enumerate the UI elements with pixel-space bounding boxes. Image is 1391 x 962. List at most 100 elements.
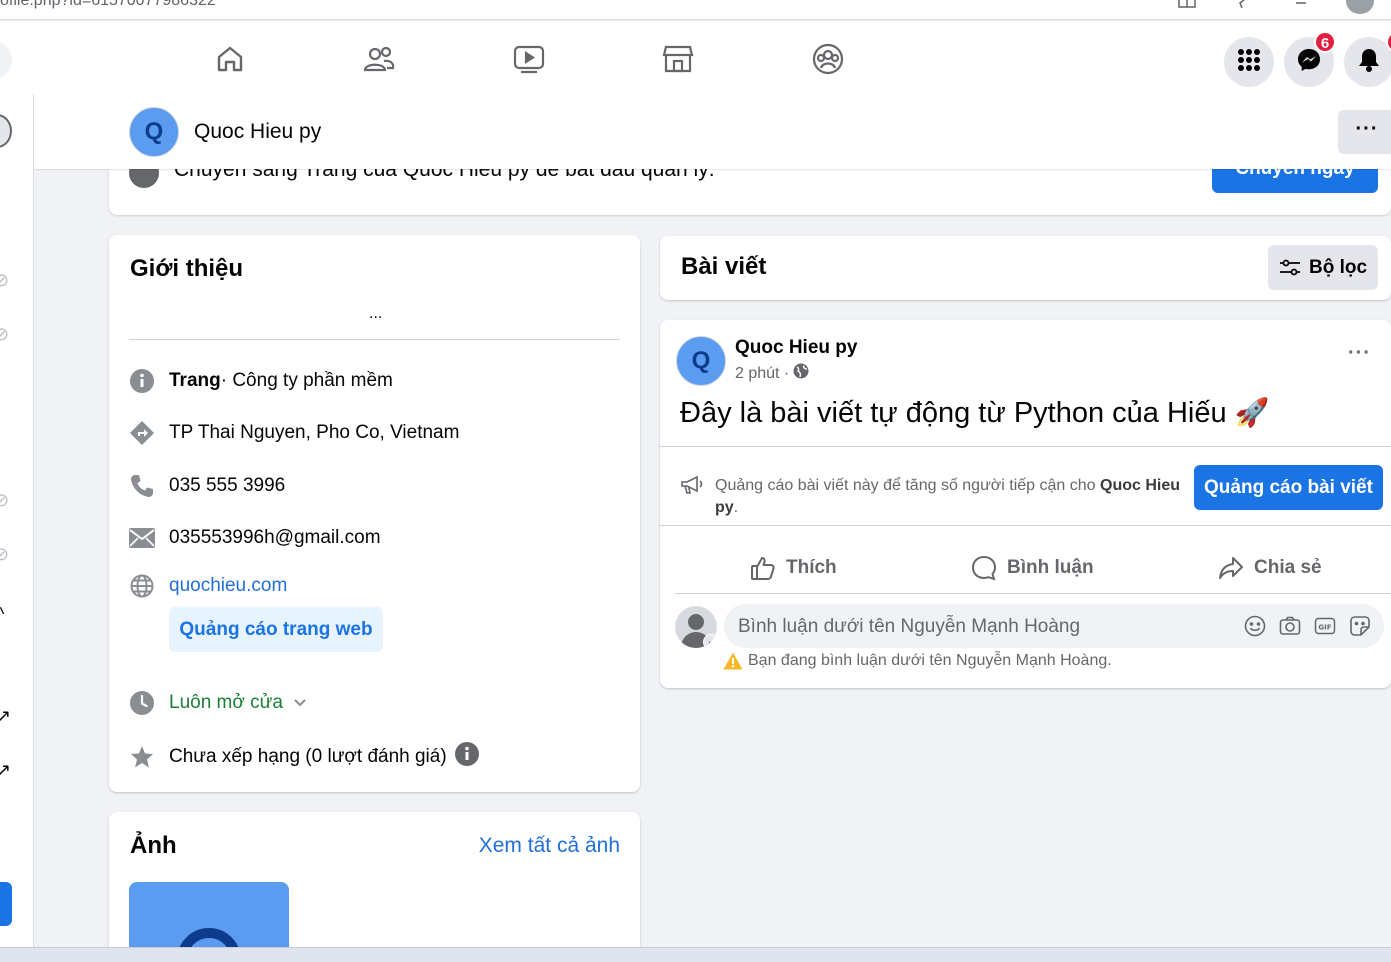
browser-profile-avatar[interactable] [1346, 0, 1374, 14]
intro-ellipsis: ... [369, 305, 383, 322]
external-link-icon[interactable]: ↗ [0, 706, 11, 727]
notifications-badge: 2 [1386, 31, 1391, 53]
share-arrow-icon [1219, 557, 1243, 579]
boost-post-text: Quảng cáo bài viết này để tăng số người … [715, 475, 1190, 519]
page-header: Q Quoc Hieu py ··· [34, 94, 1391, 169]
thumbs-up-icon [751, 557, 775, 580]
marketplace-icon[interactable] [660, 41, 696, 77]
sticker-icon[interactable] [1349, 615, 1371, 637]
gif-icon[interactable]: GIF [1314, 615, 1336, 637]
sidebar-primary-button[interactable] [0, 882, 12, 926]
commenter-avatar[interactable]: ⌄ [675, 606, 717, 648]
intro-title: Giới thiệu [130, 255, 244, 282]
intro-email-row: 035553996h@gmail.com [129, 525, 381, 551]
menu-grid-button[interactable] [1224, 37, 1274, 87]
comment-label: Bình luận [1007, 557, 1094, 578]
boost-post-button[interactable]: Quảng cáo bài viết [1194, 465, 1383, 510]
sidebar-toggle-icon[interactable] [0, 114, 12, 148]
public-globe-icon [793, 363, 809, 384]
post-text: Đây là bài viết tự động từ Python của Hi… [680, 396, 1270, 430]
see-all-photos-link[interactable]: Xem tất cả ảnh [479, 834, 620, 858]
warning-text: Bạn đang bình luận dưới tên Nguyễn Mạnh … [748, 652, 1112, 669]
intro-category-row: Trang · Công ty phần mềm [129, 368, 393, 394]
intro-hours-row[interactable]: Luôn mở cửa [129, 690, 307, 716]
hours-text: Luôn mở cửa [169, 692, 283, 713]
page-avatar[interactable]: Q [129, 107, 179, 157]
like-button[interactable]: Thích [750, 542, 837, 594]
boost-text-suffix: . [733, 499, 739, 516]
phone-icon [129, 473, 155, 499]
menu-grid-icon [1237, 48, 1261, 77]
phone-text: 035 555 3996 [169, 475, 286, 496]
camera-icon[interactable] [1279, 615, 1301, 637]
info-icon [129, 368, 155, 394]
disabled-icon: ⊘ [0, 324, 9, 345]
messenger-button[interactable]: 6 [1284, 31, 1336, 87]
comment-button[interactable]: Bình luận [971, 542, 1094, 594]
like-label: Thích [786, 557, 837, 578]
posts-title: Bài viết [681, 253, 767, 280]
rating-text: Chưa xếp hạng (0 lượt đánh giá) [169, 746, 447, 767]
post-meta: 2 phút · [735, 363, 809, 384]
post-author-avatar[interactable]: Q [676, 336, 726, 386]
intro-phone-row: 035 555 3996 [129, 473, 285, 499]
share-label: Chia sẻ [1254, 557, 1322, 578]
page-name[interactable]: Quoc Hieu py [194, 120, 321, 144]
chevron-down-icon [293, 692, 307, 714]
photos-title: Ảnh [130, 832, 177, 859]
disabled-icon: ⊘ [0, 544, 9, 565]
browser-url-text: ofile.php?id=61570077986322 [0, 0, 216, 9]
video-icon[interactable] [511, 41, 547, 77]
top-navigation: 6 2 [0, 21, 1391, 94]
home-icon[interactable] [212, 41, 248, 77]
page-more-button[interactable]: ··· [1338, 110, 1391, 154]
boost-text-prefix: Quảng cáo bài viết này để tăng số người … [715, 477, 1101, 494]
browser-address-bar[interactable]: ofile.php?id=61570077986322 [0, 0, 1391, 20]
comment-composer: ⌄ Bình luận dưới tên Nguyễn Mạnh Hoàng G… [675, 604, 1385, 650]
left-sidebar: ⊘ ⊘ ⊘ ⊘ ^ ↗ ↗ [0, 94, 34, 949]
external-link-icon[interactable]: ↗ [0, 760, 11, 781]
taskbar [0, 947, 1391, 962]
post-time[interactable]: 2 phút · [735, 365, 789, 383]
notifications-button[interactable]: 2 [1344, 31, 1391, 87]
directions-icon [129, 420, 155, 446]
post-more-button[interactable]: ··· [1348, 342, 1371, 365]
email-icon [129, 525, 155, 551]
post-actions: Thích Bình luận Chia sẻ [675, 542, 1391, 594]
comment-placeholder: Bình luận dưới tên Nguyễn Mạnh Hoàng [738, 616, 1081, 637]
post-body: Đây là bài viết tự động từ Python của Hi… [680, 397, 1235, 429]
post-author-name[interactable]: Quoc Hieu py [735, 337, 857, 359]
warning-icon [723, 652, 743, 670]
intro-website-row: quochieu.com [129, 573, 287, 599]
reader-mode-icon[interactable] [1178, 0, 1196, 8]
intro-rating-row: Chưa xếp hạng (0 lượt đánh giá) [129, 742, 479, 772]
category-value: · Công ty phần mềm [220, 370, 393, 391]
promote-website-button[interactable]: Quảng cáo trang web [169, 607, 383, 652]
messenger-badge: 6 [1314, 31, 1336, 53]
groups-icon[interactable] [810, 41, 846, 77]
filter-label: Bộ lọc [1308, 256, 1368, 278]
comment-input[interactable]: Bình luận dưới tên Nguyễn Mạnh Hoàng GIF [724, 604, 1384, 648]
post-card: Q Quoc Hieu py 2 phút · ··· Đây là bài v… [660, 320, 1391, 688]
email-text: 035553996h@gmail.com [169, 527, 381, 548]
megaphone-icon [680, 475, 704, 500]
bookmark-star-icon[interactable] [1228, 0, 1246, 9]
bell-icon [1357, 47, 1381, 78]
rating-info-icon[interactable] [454, 742, 479, 772]
share-button[interactable]: Chia sẻ [1218, 542, 1322, 594]
comment-bubble-icon [971, 555, 997, 581]
comment-identity-warning: Bạn đang bình luận dưới tên Nguyễn Mạnh … [723, 652, 1112, 670]
reading-list-icon[interactable] [1294, 0, 1312, 8]
search-pill[interactable] [0, 40, 12, 80]
emoji-icon[interactable] [1244, 615, 1266, 637]
rocket-emoji: 🚀 [1234, 397, 1270, 428]
chevron-up-icon[interactable]: ^ [0, 604, 4, 625]
intro-card: Giới thiệu ... Trang · Công ty phần mềm … [109, 235, 640, 792]
filter-button[interactable]: Bộ lọc [1268, 245, 1378, 290]
svg-text:GIF: GIF [1318, 624, 1331, 632]
website-link[interactable]: quochieu.com [169, 575, 287, 597]
disabled-icon: ⊘ [0, 270, 9, 291]
friends-icon[interactable] [361, 41, 397, 77]
globe-icon [129, 573, 155, 599]
disabled-icon: ⊘ [0, 490, 9, 511]
